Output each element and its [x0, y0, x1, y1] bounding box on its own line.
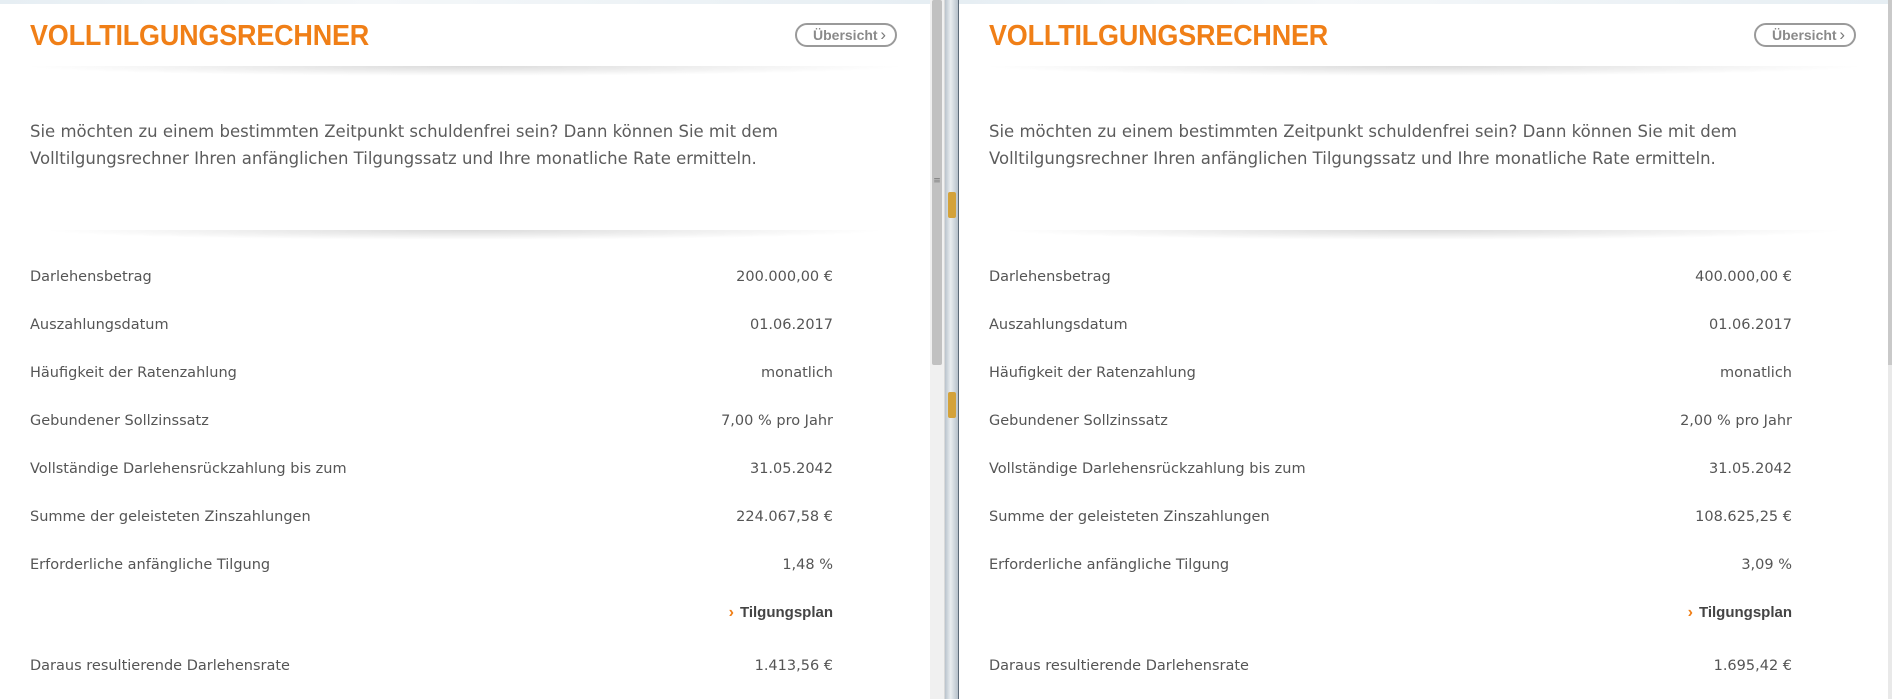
row-label: Summe der geleisteten Zinszahlungen — [30, 509, 311, 525]
right-scrollbar-thumb[interactable] — [1888, 0, 1892, 365]
row-value: 400.000,00 € — [1695, 269, 1792, 285]
page-title: VOLLTILGUNGSRECHNER — [30, 20, 370, 52]
row-label: Erforderliche anfängliche Tilgung — [30, 557, 271, 573]
row-label: Daraus resultierende Darlehensrate — [989, 658, 1249, 674]
right-pane: VOLLTILGUNGSRECHNER Übersicht › Sie möch… — [959, 0, 1892, 699]
result-row: Häufigkeit der Ratenzahlung monatlich — [30, 361, 833, 385]
row-value: monatlich — [1720, 365, 1792, 381]
header-divider — [979, 66, 1869, 76]
section-divider — [40, 230, 890, 240]
result-row: Vollständige Darlehensrückzahlung bis zu… — [30, 457, 833, 481]
row-label: Häufigkeit der Ratenzahlung — [989, 365, 1196, 381]
row-value: 1,48 % — [782, 557, 833, 573]
result-row: Gebundener Sollzinssatz 2,00 % pro Jahr — [989, 409, 1792, 433]
row-value: 01.06.2017 — [1708, 317, 1792, 333]
result-row: Darlehensbetrag 400.000,00 € — [989, 265, 1792, 289]
intro-text: Sie möchten zu einem bestimmten Zeitpunk… — [989, 122, 1737, 168]
result-row: Auszahlungsdatum 01.06.2017 — [30, 313, 833, 337]
left-scrollbar[interactable]: ≡ — [930, 0, 945, 699]
row-value: 31.05.2042 — [749, 461, 833, 477]
row-label: Darlehensbetrag — [989, 269, 1111, 285]
row-value: 1.413,56 € — [754, 658, 833, 674]
header-divider — [20, 66, 910, 76]
section-divider — [999, 230, 1849, 240]
row-label: Auszahlungsdatum — [30, 317, 169, 333]
row-value: 2,00 % pro Jahr — [1680, 413, 1792, 429]
row-value: monatlich — [761, 365, 833, 381]
result-row: Erforderliche anfängliche Tilgung 3,09 % — [989, 553, 1792, 577]
row-value: 224.067,58 € — [736, 509, 833, 525]
row-value: 7,00 % pro Jahr — [721, 413, 833, 429]
result-row: Auszahlungsdatum 01.06.2017 — [989, 313, 1792, 337]
result-row: Gebundener Sollzinssatz 7,00 % pro Jahr — [30, 409, 833, 433]
row-label: Darlehensbetrag — [30, 269, 152, 285]
overview-button-label: Übersicht — [1772, 27, 1837, 43]
tilgungsplan-link[interactable]: › Tilgungsplan — [1688, 604, 1792, 622]
right-scrollbar[interactable] — [1888, 0, 1892, 699]
overview-button[interactable]: Übersicht › — [1754, 23, 1856, 47]
chevron-right-icon: › — [728, 604, 734, 621]
pane-splitter[interactable]: ≡ — [930, 0, 961, 699]
row-label: Vollständige Darlehensrückzahlung bis zu… — [989, 461, 1306, 477]
result-row: Summe der geleisteten Zinszahlungen 224.… — [30, 505, 833, 529]
chevron-right-icon: › — [880, 25, 886, 44]
tilgungsplan-label: Tilgungsplan — [1698, 604, 1792, 621]
row-label: Gebundener Sollzinssatz — [989, 413, 1168, 429]
row-value: 200.000,00 € — [736, 269, 833, 285]
rate-row: Daraus resultierende Darlehensrate 1.695… — [989, 654, 1792, 678]
row-value: 31.05.2042 — [1708, 461, 1792, 477]
result-row: Vollständige Darlehensrückzahlung bis zu… — [989, 457, 1792, 481]
result-row: Darlehensbetrag 200.000,00 € — [30, 265, 833, 289]
overview-button[interactable]: Übersicht › — [795, 23, 897, 47]
row-value: 1.695,42 € — [1713, 658, 1792, 674]
splitter-marker — [948, 192, 956, 218]
grip-icon: ≡ — [933, 176, 941, 186]
calculator-card: VOLLTILGUNGSRECHNER Übersicht › Sie möch… — [0, 0, 930, 699]
tilgungsplan-label: Tilgungsplan — [739, 604, 833, 621]
row-label: Häufigkeit der Ratenzahlung — [30, 365, 237, 381]
result-row: Häufigkeit der Ratenzahlung monatlich — [989, 361, 1792, 385]
calculator-card: VOLLTILGUNGSRECHNER Übersicht › Sie möch… — [959, 0, 1889, 699]
result-row: Erforderliche anfängliche Tilgung 1,48 % — [30, 553, 833, 577]
splitter-marker — [948, 392, 956, 418]
row-value: 108.625,25 € — [1695, 509, 1792, 525]
result-row: Summe der geleisteten Zinszahlungen 108.… — [989, 505, 1792, 529]
row-value: 01.06.2017 — [749, 317, 833, 333]
chevron-right-icon: › — [1839, 25, 1845, 44]
intro-text: Sie möchten zu einem bestimmten Zeitpunk… — [30, 122, 778, 168]
row-label: Summe der geleisteten Zinszahlungen — [989, 509, 1270, 525]
row-label: Gebundener Sollzinssatz — [30, 413, 209, 429]
page-title: VOLLTILGUNGSRECHNER — [989, 20, 1329, 52]
row-label: Auszahlungsdatum — [989, 317, 1128, 333]
chevron-right-icon: › — [1687, 604, 1693, 621]
row-label: Daraus resultierende Darlehensrate — [30, 658, 290, 674]
splitter-bar[interactable] — [945, 0, 959, 699]
row-label: Vollständige Darlehensrückzahlung bis zu… — [30, 461, 347, 477]
rate-row: Daraus resultierende Darlehensrate 1.413… — [30, 654, 833, 678]
overview-button-label: Übersicht — [813, 27, 878, 43]
left-pane: VOLLTILGUNGSRECHNER Übersicht › Sie möch… — [0, 0, 930, 699]
row-label: Erforderliche anfängliche Tilgung — [989, 557, 1230, 573]
tilgungsplan-link[interactable]: › Tilgungsplan — [729, 604, 833, 622]
row-value: 3,09 % — [1741, 557, 1792, 573]
